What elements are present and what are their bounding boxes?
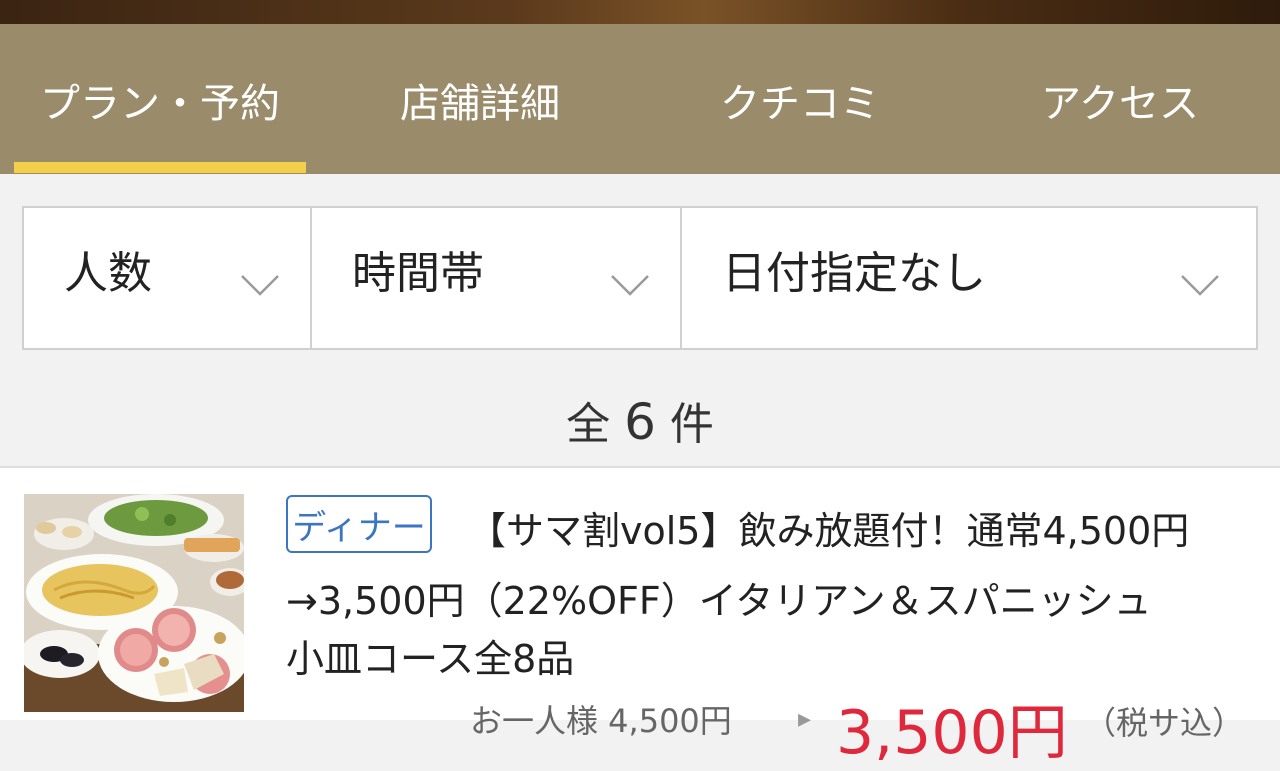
time-filter-label: 時間帯 [352, 248, 484, 299]
original-price: お一人様 4,500円 [470, 702, 732, 740]
dinner-badge: ディナー [286, 495, 432, 553]
tab-label: アクセス [1041, 81, 1199, 127]
tab-bar: プラン・予約 店舗詳細 クチコミ アクセス [0, 24, 1280, 174]
chevron-down-icon [611, 275, 649, 296]
plan-title-line-3[interactable]: 小皿コース全8品 [286, 628, 574, 683]
result-count-suffix: 件 [669, 399, 714, 450]
plan-list-item[interactable]: ディナー 【サマ割vol5】飲み放題付！通常4,500円 →3,500円（22%… [0, 466, 1280, 768]
result-count-number: 6 [624, 393, 656, 451]
price-row: お一人様 4,500円 ▸ 3,500円 （税サ込） [0, 694, 1280, 768]
people-filter-dropdown[interactable]: 人数 [24, 208, 312, 348]
hero-image-strip [0, 0, 1280, 24]
tab-label: プラン・予約 [40, 81, 280, 127]
tab-store-details[interactable]: 店舗詳細 [330, 24, 630, 174]
tab-label: 店舗詳細 [400, 81, 560, 127]
tab-label: クチコミ [720, 81, 880, 127]
tab-access[interactable]: アクセス [970, 24, 1270, 174]
course-food-image[interactable] [24, 494, 244, 712]
time-filter-dropdown[interactable]: 時間帯 [312, 208, 682, 348]
active-tab-indicator [14, 162, 306, 173]
date-filter-dropdown[interactable]: 日付指定なし [682, 208, 1256, 348]
chevron-down-icon [1181, 275, 1219, 296]
result-count: 全 6 件 [0, 384, 1280, 460]
chevron-down-icon [241, 275, 279, 296]
result-count-prefix: 全 [566, 399, 611, 450]
arrow-right-icon: ▸ [798, 704, 812, 734]
date-filter-label: 日付指定なし [722, 248, 986, 299]
tab-reviews[interactable]: クチコミ [650, 24, 950, 174]
plan-title-line-1[interactable]: 【サマ割vol5】飲み放題付！通常4,500円 [468, 500, 1189, 555]
tax-note: （税サ込） [1084, 704, 1245, 742]
filter-bar: 人数 時間帯 日付指定なし [22, 206, 1258, 350]
food-photo-illustration [24, 494, 244, 712]
plan-title-line-2[interactable]: →3,500円（22%OFF）イタリアン＆スパニッシュ [286, 570, 1152, 625]
people-filter-label: 人数 [64, 248, 152, 299]
tab-plan-reservation[interactable]: プラン・予約 [14, 24, 306, 174]
discounted-price: 3,500円 [836, 698, 1068, 768]
